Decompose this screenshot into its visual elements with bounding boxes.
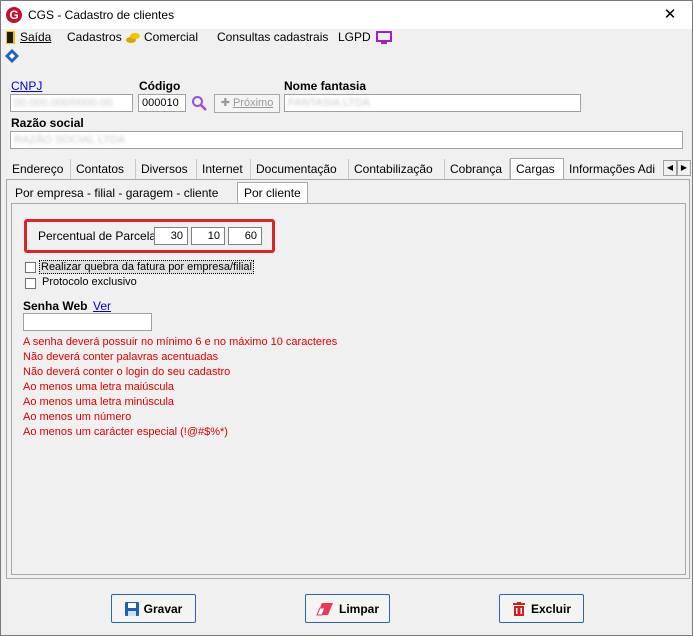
main-tabs: Endereço Contatos Diversos Internet Docu…	[7, 158, 691, 179]
rule-number: Ao menos um número	[23, 411, 132, 423]
menu-lgpd-label: LGPD	[338, 30, 371, 44]
menu-consultas-label: Consultas cadastrais	[217, 30, 329, 44]
quebra-checkbox[interactable]	[25, 262, 36, 273]
rule-length: A senha deverá possuir no mínimo 6 e no …	[23, 336, 338, 348]
codigo-label: Código	[139, 79, 181, 93]
menu-cadastros[interactable]: Cadastros	[67, 29, 122, 45]
protocolo-label[interactable]: Protocolo exclusivo	[42, 276, 137, 288]
gravar-label: Gravar	[143, 601, 183, 616]
subtab-por-cliente[interactable]: Por cliente	[237, 182, 308, 203]
tab-contabilizacao[interactable]: Contabilização	[349, 159, 445, 179]
rule-no-accents: Não deverá conter palavras acentuadas	[23, 351, 219, 363]
cnpj-value: 00.000.000/0000-00	[14, 97, 113, 109]
menu-saida-label: Saída	[20, 30, 52, 44]
title-bar: G CGS - Cadastro de clientes ✕	[1, 1, 692, 29]
save-icon	[124, 601, 139, 616]
senha-web-label: Senha Web	[23, 299, 88, 313]
rule-lowercase: Ao menos uma letra minúscula	[23, 396, 175, 408]
cnpj-field[interactable]: 00.000.000/0000-00	[10, 94, 133, 112]
ver-link[interactable]: Ver	[93, 299, 111, 313]
tab-endereco[interactable]: Endereço	[7, 159, 71, 179]
tab-documentacao[interactable]: Documentação	[251, 159, 349, 179]
tab-cargas[interactable]: Cargas	[510, 158, 564, 179]
codigo-field[interactable]: 000010	[138, 94, 186, 112]
razao-social-label: Razão social	[11, 116, 84, 130]
parcela-input-2[interactable]: 10	[191, 227, 225, 245]
tab-internet[interactable]: Internet	[197, 159, 251, 179]
search-icon[interactable]	[191, 95, 207, 111]
window-title: CGS - Cadastro de clientes	[28, 8, 175, 22]
limpar-label: Limpar	[338, 601, 379, 616]
tab-contatos[interactable]: Contatos	[71, 159, 136, 179]
tab-informacoes[interactable]: Informações Adi	[564, 159, 664, 179]
monitor-icon	[375, 30, 392, 44]
rule-special: Ao menos um carácter especial (!@#$%*)	[23, 426, 228, 438]
tab-scroll-left-icon[interactable]: ◀	[663, 160, 677, 176]
menu-comercial-label: Comercial	[144, 30, 199, 44]
trash-icon	[512, 601, 525, 616]
parcela-input-1[interactable]: 30	[154, 227, 188, 245]
exit-door-icon	[6, 30, 15, 44]
menu-bar: Saída Cadastros Comercial Consultas cada…	[1, 29, 692, 47]
coins-icon	[126, 32, 140, 43]
menu-cadastros-label: Cadastros	[67, 30, 122, 44]
tab-cobranca[interactable]: Cobrança	[445, 159, 510, 179]
excluir-button[interactable]: Excluir	[499, 594, 584, 623]
razao-social-value: RAZÃO SOCIAL LTDA	[14, 134, 126, 146]
cnpj-label[interactable]: CNPJ	[11, 79, 42, 93]
eraser-icon	[316, 602, 333, 615]
subtab-por-empresa[interactable]: Por empresa - filial - garagem - cliente	[9, 183, 224, 203]
close-button[interactable]: ✕	[648, 1, 692, 29]
menu-comercial[interactable]: Comercial	[126, 29, 198, 45]
diamond-icon[interactable]	[5, 49, 19, 63]
nome-fantasia-value: FANTASIA LTDA	[288, 97, 371, 109]
plus-icon: ✚	[220, 97, 230, 109]
nome-fantasia-field[interactable]: FANTASIA LTDA	[284, 94, 581, 112]
excluir-label: Excluir	[530, 601, 572, 616]
app-logo: G	[6, 7, 22, 23]
rule-uppercase: Ao menos uma letra maiúscula	[23, 381, 175, 393]
proximo-button[interactable]: ✚ Próximo	[214, 94, 280, 113]
razao-social-field[interactable]: RAZÃO SOCIAL LTDA	[10, 131, 683, 149]
menu-consultas[interactable]: Consultas cadastrais	[217, 29, 328, 45]
nome-fantasia-label: Nome fantasia	[284, 79, 367, 93]
percentual-label: Percentual de Parcelas	[38, 229, 163, 243]
menu-lgpd[interactable]: LGPD	[338, 29, 395, 45]
menu-saida[interactable]: Saída	[5, 29, 51, 45]
proximo-label: Próximo	[232, 97, 274, 109]
parcela-input-3[interactable]: 60	[228, 227, 262, 245]
codigo-value: 000010	[142, 97, 179, 109]
protocolo-checkbox[interactable]	[25, 278, 36, 289]
app-window: G CGS - Cadastro de clientes ✕ Saída Cad…	[0, 0, 693, 636]
quebra-label[interactable]: Realizar quebra da fatura por empresa/fi…	[39, 260, 254, 274]
tab-scroll-right-icon[interactable]: ▶	[677, 160, 691, 176]
tab-diversos[interactable]: Diversos	[136, 159, 197, 179]
senha-web-input[interactable]	[23, 313, 152, 331]
rule-no-login: Não deverá conter o login do seu cadastr…	[23, 366, 231, 378]
limpar-button[interactable]: Limpar	[305, 594, 390, 623]
gravar-button[interactable]: Gravar	[111, 594, 196, 623]
